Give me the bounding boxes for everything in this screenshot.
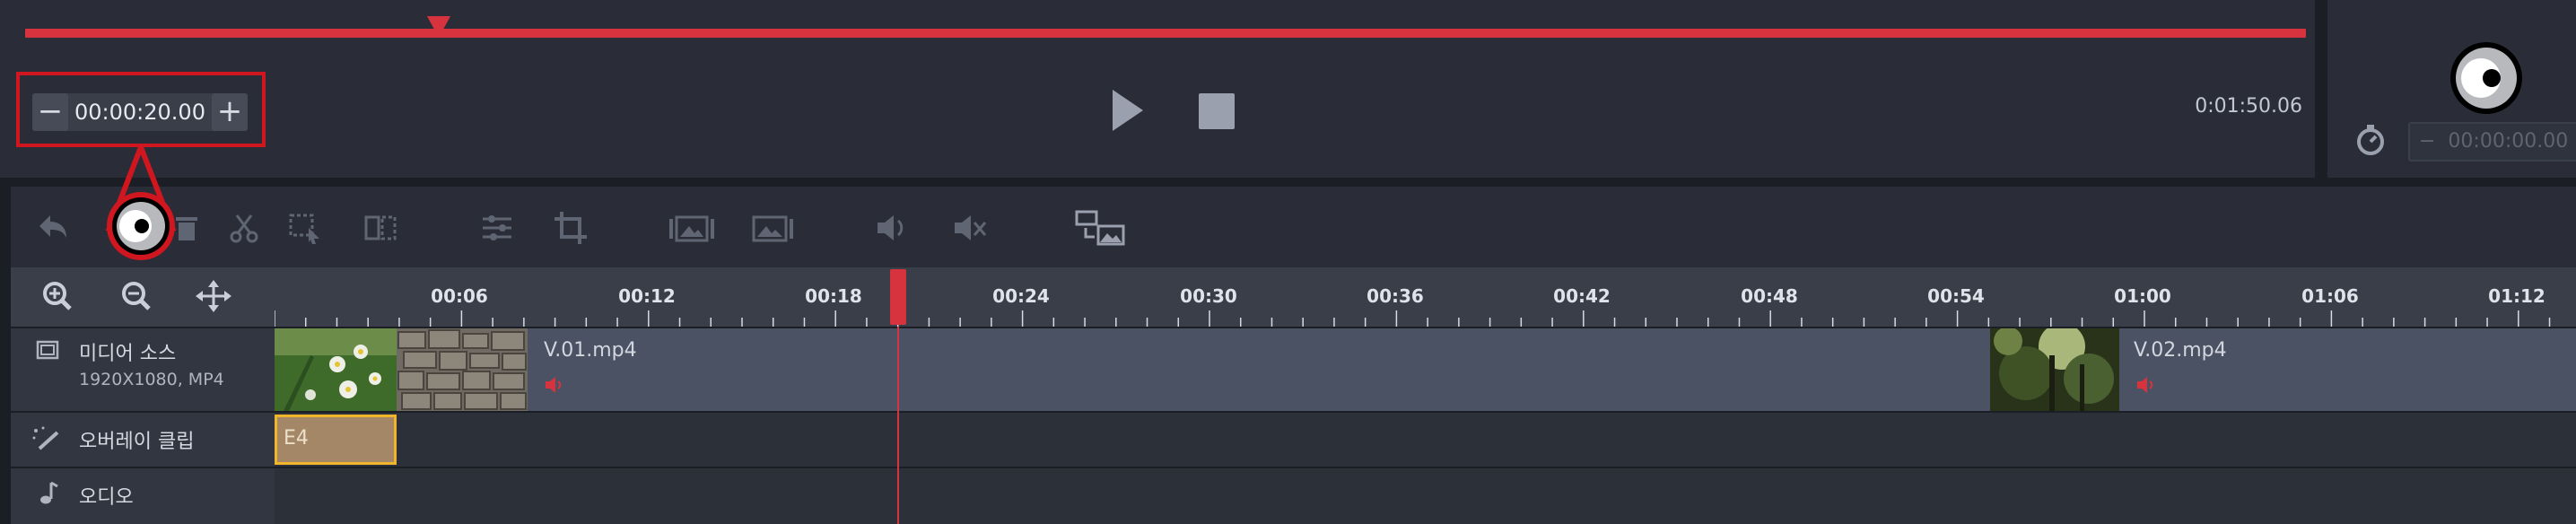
- insert-image-icon[interactable]: [668, 208, 716, 248]
- ruler-tick-label: 00:24: [992, 285, 1050, 307]
- highlight-box: [16, 72, 266, 147]
- ruler-tick-label: 00:48: [1741, 285, 1798, 307]
- playhead-handle[interactable]: [890, 269, 906, 325]
- ruler-tick-label: 01:06: [2301, 285, 2359, 307]
- clip-v02-name: V.02.mp4: [2134, 339, 2227, 362]
- replace-clip-icon[interactable]: [1073, 208, 1127, 248]
- ruler-tick-label: 01:00: [2114, 285, 2171, 307]
- overlay-clip-name: E4: [284, 427, 309, 450]
- right-time-field[interactable]: − 00:00:00.00: [2408, 122, 2576, 162]
- zoom-out-icon[interactable]: [118, 278, 154, 314]
- track-overlay-label: 오버레이 클립: [79, 431, 195, 453]
- ruler-tick-label: 00:30: [1180, 285, 1237, 307]
- cut-icon[interactable]: [224, 208, 264, 248]
- seek-bar[interactable]: [25, 29, 2306, 38]
- right-time-value: 00:00:00.00: [2448, 130, 2569, 153]
- panel-divider[interactable]: [2315, 0, 2327, 178]
- track-overlay[interactable]: [275, 413, 2576, 467]
- total-duration: 0:01:50.06: [2195, 95, 2302, 118]
- image-icon[interactable]: [750, 208, 799, 248]
- clip-v01-name: V.01.mp4: [544, 339, 637, 362]
- ruler-tick-label: 00:42: [1553, 285, 1611, 307]
- audio-speaker-icon: [2137, 377, 2153, 393]
- adjust-icon[interactable]: [477, 208, 517, 248]
- clip-thumbnail-flowers: [275, 328, 397, 411]
- music-note-icon: [40, 481, 58, 504]
- track-audio[interactable]: [275, 468, 2576, 524]
- callout-pointer: [105, 144, 177, 260]
- crop-icon[interactable]: [551, 208, 590, 248]
- video-clip-v01[interactable]: [275, 328, 1990, 411]
- ruler-tick-label: 00:12: [618, 285, 676, 307]
- ruler-ticks: [275, 310, 2551, 327]
- track-media-info: 1920X1080, MP4: [79, 370, 224, 389]
- audio-speaker-icon: [546, 377, 562, 393]
- cursor-icon: [2450, 42, 2522, 114]
- preview-panel: [0, 0, 2315, 178]
- track-audio-label: 오디오: [79, 486, 134, 509]
- zoom-in-icon[interactable]: [39, 278, 75, 314]
- undo-icon[interactable]: [32, 208, 72, 248]
- clip-thumbnail-wall: [397, 328, 528, 411]
- playhead-line[interactable]: [897, 327, 899, 524]
- stop-button[interactable]: [1199, 93, 1235, 129]
- clip-thumbnail-forest: [1990, 328, 2119, 411]
- ruler-tick-label: 00:18: [805, 285, 862, 307]
- ruler-tick-label: 00:36: [1367, 285, 1424, 307]
- ruler-tick-label: 00:06: [431, 285, 488, 307]
- select-icon[interactable]: [285, 208, 325, 248]
- film-icon: [36, 340, 59, 360]
- seek-head-marker[interactable]: [427, 16, 450, 38]
- mute-icon[interactable]: [949, 208, 989, 248]
- ruler-tick-label: 01:12: [2488, 285, 2545, 307]
- ruler-tick-label: 00:54: [1927, 285, 1985, 307]
- stopwatch-icon: [2357, 125, 2384, 155]
- volume-icon[interactable]: [872, 208, 912, 248]
- fit-timeline-icon[interactable]: [194, 278, 233, 314]
- track-media-label: 미디어 소스: [79, 343, 177, 365]
- play-button[interactable]: [1113, 90, 1143, 131]
- magic-wand-icon: [32, 426, 59, 450]
- split-icon[interactable]: [361, 208, 400, 248]
